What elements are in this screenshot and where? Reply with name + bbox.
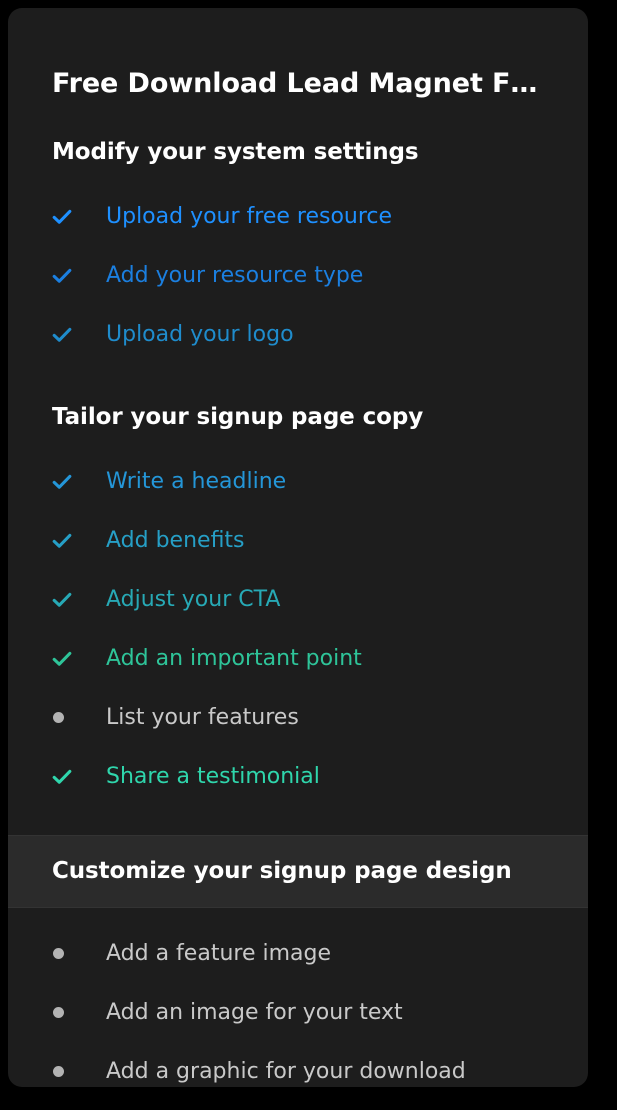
checklist-item-label: Upload your logo [106, 321, 294, 347]
bullet-dot [53, 1066, 64, 1077]
checklist-item[interactable]: Add an image for your text [8, 983, 588, 1042]
checklist-item[interactable]: Write a headline [8, 452, 588, 511]
check-icon [52, 590, 82, 610]
checklist-card: Free Download Lead Magnet F… Modify your… [8, 8, 588, 1087]
page-title: Free Download Lead Magnet F… [52, 68, 538, 99]
checklist-items: Add a feature image Add an image for your… [8, 924, 588, 1087]
checklist-sections: Modify your system settings Upload your f… [8, 99, 588, 1087]
section-header: Tailor your signup page copy [52, 404, 424, 430]
dot-icon [52, 948, 82, 959]
bullet-dot [53, 712, 64, 723]
section-header: Customize your signup page design [8, 835, 588, 908]
checklist-items: Upload your free resource Add your resour… [8, 187, 588, 364]
checklist-item-label: Add a graphic for your download [106, 1058, 466, 1084]
checklist-item[interactable]: Upload your free resource [8, 187, 588, 246]
checklist-section: Tailor your signup page copy Write a head… [8, 364, 588, 806]
checklist-item-label: Add a feature image [106, 940, 332, 966]
check-icon [52, 207, 82, 227]
check-icon [52, 649, 82, 669]
checklist-item[interactable]: Add a feature image [8, 924, 588, 983]
checklist-item[interactable]: Add a graphic for your download [8, 1042, 588, 1087]
checklist-section: Modify your system settings Upload your f… [8, 99, 588, 364]
checklist-item-label: Add your resource type [106, 262, 364, 288]
section-header: Modify your system settings [52, 139, 419, 165]
checklist-item[interactable]: Add an important point [8, 629, 588, 688]
check-icon [52, 325, 82, 345]
checklist-item-label: Share a testimonial [106, 763, 320, 789]
checklist-item[interactable]: Adjust your CTA [8, 570, 588, 629]
checklist-item-label: Adjust your CTA [106, 586, 281, 612]
checklist-items: Write a headline Add benefits Adjust your … [8, 452, 588, 806]
checklist-item[interactable]: List your features [8, 688, 588, 747]
check-icon [52, 767, 82, 787]
checklist-item-label: Add an important point [106, 645, 362, 671]
checklist-item-label: Upload your free resource [106, 203, 393, 229]
bullet-dot [53, 948, 64, 959]
checklist-item[interactable]: Add your resource type [8, 246, 588, 305]
checklist-item-label: Add an image for your text [106, 999, 403, 1025]
check-icon [52, 531, 82, 551]
checklist-item-label: List your features [106, 704, 299, 730]
checklist-item[interactable]: Upload your logo [8, 305, 588, 364]
checklist-section: Customize your signup page design Add a f… [8, 835, 588, 1087]
dot-icon [52, 1066, 82, 1077]
checklist-item-label: Write a headline [106, 468, 287, 494]
dot-icon [52, 1007, 82, 1018]
checklist-item-label: Add benefits [106, 527, 245, 553]
check-icon [52, 472, 82, 492]
check-icon [52, 266, 82, 286]
checklist-item[interactable]: Share a testimonial [8, 747, 588, 806]
bullet-dot [53, 1007, 64, 1018]
checklist-item[interactable]: Add benefits [8, 511, 588, 570]
dot-icon [52, 712, 82, 723]
